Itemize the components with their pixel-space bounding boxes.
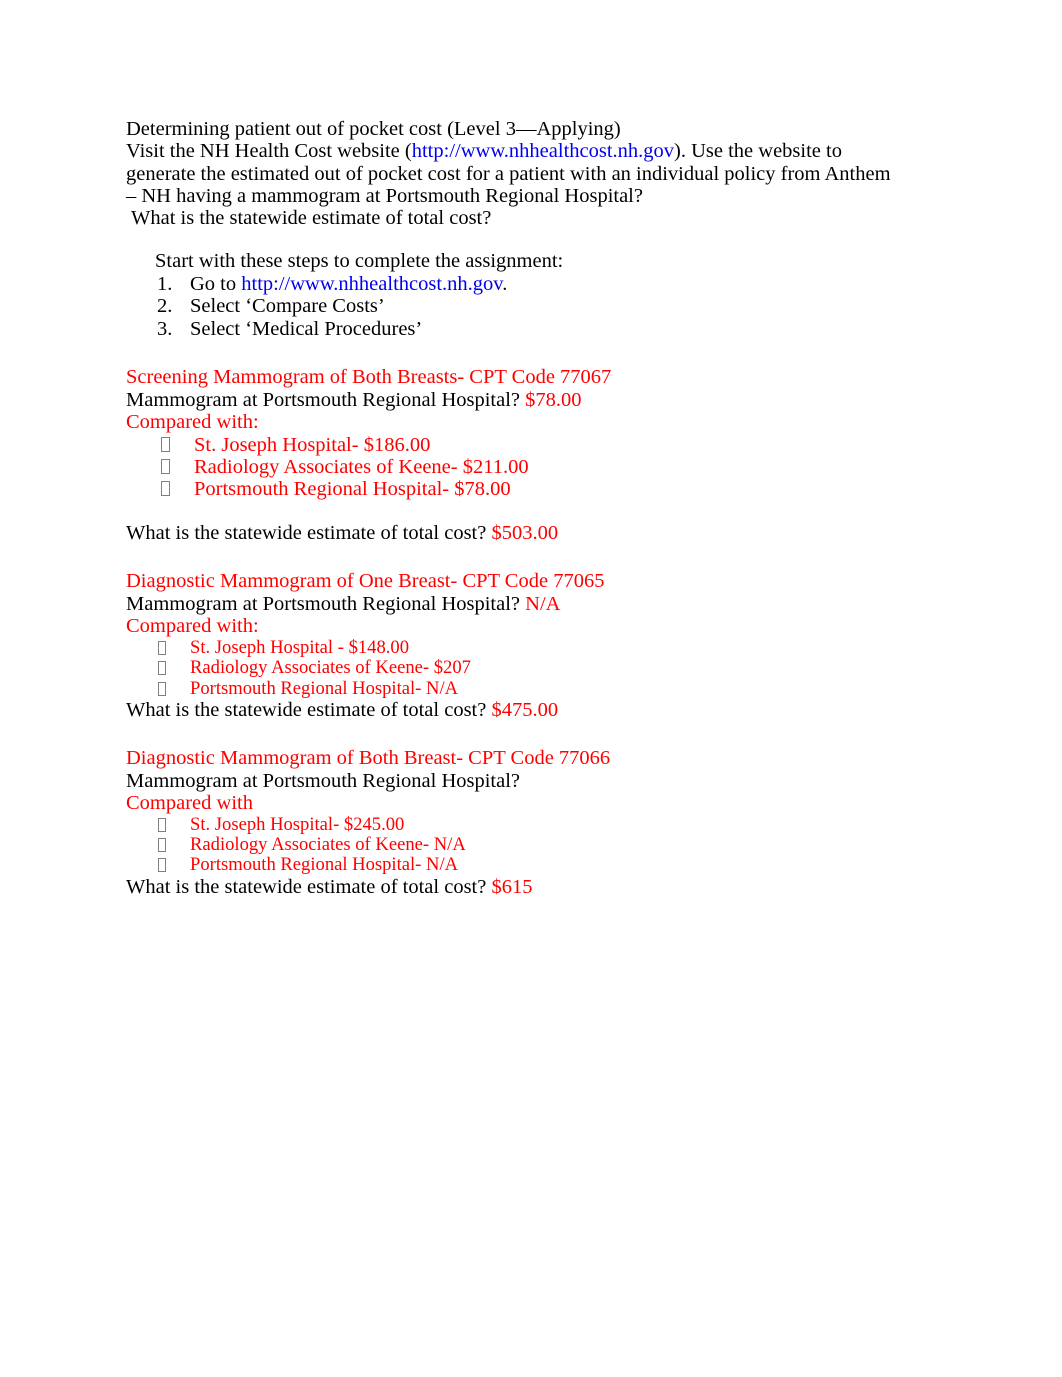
bullet-glyph-icon [161,436,170,452]
bullet-glyph-icon [158,640,166,655]
list-item: Portsmouth Regional Hospital- $78.00 [126,478,894,500]
comparison-list: St. Joseph Hospital - $148.00 Radiology … [126,636,894,699]
statewide-estimate-label: What is the statewide estimate of total … [126,698,487,721]
step-item-1: 1. Go to http://www.nhhealthcost.nh.gov. [155,273,894,296]
step-text-suffix: . [502,272,508,295]
step-text: Select ‘Compare Costs’ [190,295,385,318]
list-item-text: St. Joseph Hospital - $148.00 [190,636,409,658]
statewide-estimate-line: What is the statewide estimate of total … [126,876,894,899]
statewide-estimate-line: What is the statewide estimate of total … [126,522,894,545]
comparison-list: St. Joseph Hospital- $186.00 Radiology A… [126,434,894,500]
bullet-glyph-icon [158,858,166,873]
document-page: Determining patient out of pocket cost (… [0,0,1062,1377]
section-question: Mammogram at Portsmouth Regional Hospita… [126,389,894,412]
list-item-text: St. Joseph Hospital- $186.00 [194,433,431,456]
statewide-estimate-value: $503.00 [491,521,559,544]
section-question-label: Mammogram at Portsmouth Regional Hospita… [126,769,521,792]
list-item-text: Portsmouth Regional Hospital- $78.00 [194,477,511,500]
step-number: 1. [157,272,173,295]
section-question-label: Mammogram at Portsmouth Regional Hospita… [126,592,521,615]
list-item: St. Joseph Hospital - $148.00 [126,636,894,658]
list-item: Radiology Associates of Keene- $211.00 [126,456,894,478]
step-text: Select ‘Medical Procedures’ [190,317,423,340]
bullet-glyph-icon [161,458,170,474]
section-screening-mammogram: Screening Mammogram of Both Breasts- CPT… [126,366,894,544]
list-item: St. Joseph Hospital- $245.00 [126,813,894,835]
bullet-glyph-icon [158,838,166,853]
compared-with-label: Compared with: [126,411,259,434]
step-number: 3. [157,317,173,340]
section-diagnostic-both-breast: Diagnostic Mammogram of Both Breast- CPT… [126,747,894,898]
steps-heading: Start with these steps to complete the a… [155,250,564,273]
list-item-text: Radiology Associates of Keene- N/A [190,834,466,856]
compared-with-label: Compared with [126,792,253,815]
steps-section: Start with these steps to complete the a… [126,250,894,340]
bullet-glyph-icon [158,817,166,832]
step-item-2: 2. Select ‘Compare Costs’ [155,295,894,318]
list-item: St. Joseph Hospital- $186.00 [126,434,894,456]
comparison-list: St. Joseph Hospital- $245.00 Radiology A… [126,813,894,876]
step-item-3: 3. Select ‘Medical Procedures’ [155,318,894,341]
bullet-glyph-icon [161,480,170,496]
document-body: Determining patient out of pocket cost (… [126,118,894,898]
nhhealthcost-link-intro[interactable]: http://www.nhhealthcost.nh.gov [412,140,674,162]
section-heading: Diagnostic Mammogram of Both Breast- CPT… [126,747,611,770]
top-statewide-question: What is the statewide estimate of total … [131,207,492,230]
bullet-glyph-icon [158,681,166,696]
steps-list: 1. Go to http://www.nhhealthcost.nh.gov. … [155,273,894,341]
statewide-estimate-value: $475.00 [491,698,559,721]
list-item-text: Portsmouth Regional Hospital- N/A [190,854,459,876]
section-question-label: Mammogram at Portsmouth Regional Hospita… [126,388,521,411]
step-number: 2. [157,295,173,318]
visit-instruction-prefix: Visit the NH Health Cost website ( [126,140,412,163]
section-heading: Diagnostic Mammogram of One Breast- CPT … [126,570,605,593]
statewide-estimate-label: What is the statewide estimate of total … [126,875,487,898]
list-item: Radiology Associates of Keene- N/A [126,835,894,855]
statewide-estimate-label: What is the statewide estimate of total … [126,521,487,544]
bullet-glyph-icon [158,661,166,676]
compared-with-label: Compared with: [126,615,259,638]
list-item-text: Radiology Associates of Keene- $207 [190,657,471,679]
section-question: Mammogram at Portsmouth Regional Hospita… [126,593,894,616]
list-item: Radiology Associates of Keene- $207 [126,658,894,678]
list-item: Portsmouth Regional Hospital- N/A [126,855,894,875]
nhhealthcost-link-step[interactable]: http://www.nhhealthcost.nh.gov [241,273,502,295]
list-item-text: Radiology Associates of Keene- $211.00 [194,455,529,478]
list-item-text: St. Joseph Hospital- $245.00 [190,813,405,835]
list-item-text: Portsmouth Regional Hospital- N/A [190,677,459,699]
section-question-value: N/A [525,592,561,615]
list-item: Portsmouth Regional Hospital- N/A [126,677,894,699]
assignment-title: Determining patient out of pocket cost (… [126,118,621,140]
section-question: Mammogram at Portsmouth Regional Hospita… [126,770,894,793]
section-diagnostic-one-breast: Diagnostic Mammogram of One Breast- CPT … [126,570,894,721]
step-text-prefix: Go to [190,272,242,295]
intro-paragraph: Determining patient out of pocket cost (… [126,118,894,229]
section-question-value: $78.00 [525,388,582,411]
statewide-estimate-line: What is the statewide estimate of total … [126,699,894,722]
statewide-estimate-value: $615 [491,875,533,898]
section-heading: Screening Mammogram of Both Breasts- CPT… [126,366,612,389]
